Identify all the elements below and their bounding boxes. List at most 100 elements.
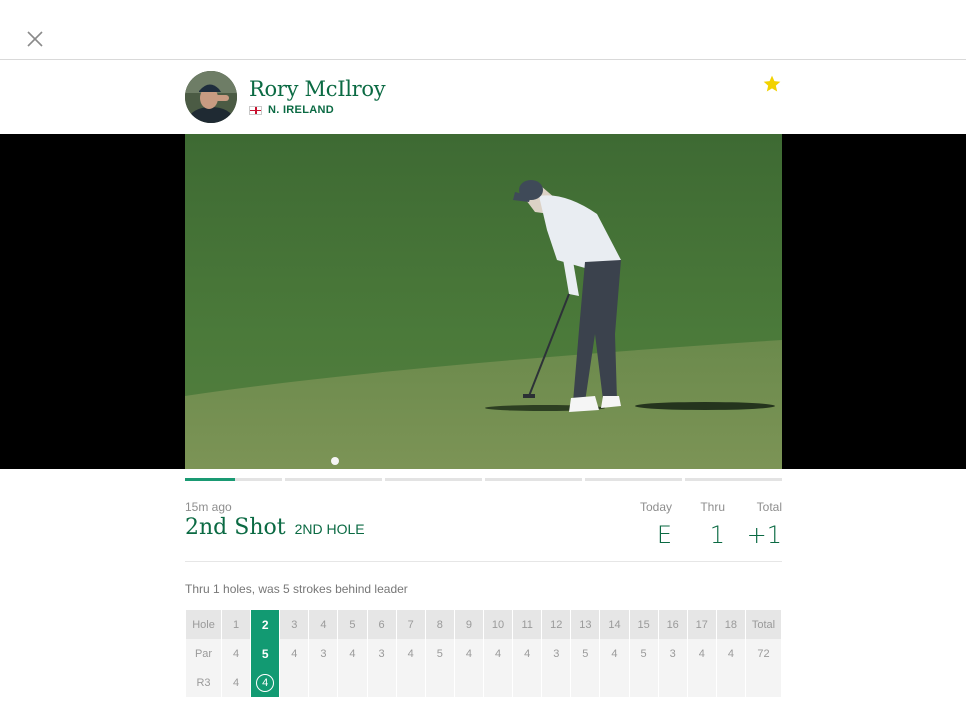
hole-number-cell: 15 (629, 610, 658, 639)
score-circle: 4 (256, 673, 275, 692)
par-cell: 4 (483, 639, 513, 668)
par-cell: 4 (280, 639, 309, 668)
r3-score-cell (309, 668, 338, 697)
par-cell: 3 (542, 639, 571, 668)
r3-score-cell: 4 (251, 668, 280, 697)
stat-today: Today E (632, 500, 672, 549)
hole-number-cell: 14 (600, 610, 629, 639)
top-bar (0, 0, 966, 60)
player-country: N. IRELAND (249, 104, 334, 116)
hole-number-cell: 9 (454, 610, 483, 639)
r3-score-cell (367, 668, 396, 697)
par-cell: 3 (658, 639, 687, 668)
hole-number-cell: 3 (280, 610, 309, 639)
hole-number-cell: 18 (716, 610, 745, 639)
hole-number-cell: 6 (367, 610, 396, 639)
hole-number-cell: 17 (687, 610, 716, 639)
hole-number-cell: 12 (542, 610, 571, 639)
player-headshot-icon (185, 71, 237, 123)
scorecard: Hole 1 2 3 4 5 6 7 8 9 10 11 12 13 14 15 16 17 18 Total Par… (185, 610, 782, 697)
divider (185, 561, 782, 562)
r3-score-cell (658, 668, 687, 697)
r3-score-cell (338, 668, 367, 697)
close-icon[interactable] (24, 28, 46, 50)
hole-row-label: Hole (186, 610, 221, 639)
scorecard-par-row: Par 4 5 4 3 4 3 4 5 4 4 4 3 5 4 5 3 4 4 72 (186, 639, 781, 668)
hole-number-cell: 10 (483, 610, 513, 639)
hole-total-label: Total (746, 610, 781, 639)
shot-summary: Thru 1 holes, was 5 strokes behind leade… (185, 582, 408, 596)
r3-score-cell (716, 668, 745, 697)
r3-score-cell (396, 668, 425, 697)
r3-score-cell (687, 668, 716, 697)
r3-score-cell (542, 668, 571, 697)
hole-number-cell: 8 (425, 610, 454, 639)
par-cell: 3 (367, 639, 396, 668)
stat-thru: Thru 1 (690, 500, 725, 549)
progress-segment-2[interactable] (285, 478, 382, 481)
par-row-label: Par (186, 639, 221, 668)
stat-total-label: Total (756, 500, 782, 514)
scorecard-hole-row: Hole 1 2 3 4 5 6 7 8 9 10 11 12 13 14 15 16 17 18 Total (186, 610, 781, 639)
stat-total-value: +1 (746, 521, 782, 549)
hole-number-cell: 7 (396, 610, 425, 639)
stat-thru-value: 1 (709, 521, 725, 549)
hole-number-cell: 2 (251, 610, 280, 639)
star-icon[interactable] (762, 74, 782, 94)
progress-segment-1[interactable] (185, 478, 282, 481)
progress-segment-3[interactable] (385, 478, 482, 481)
r3-score-cell (600, 668, 629, 697)
par-cell: 4 (513, 639, 542, 668)
stat-today-label: Today (639, 500, 672, 514)
shot-title: 2nd Shot 2ND HOLE (185, 515, 365, 540)
par-cell: 5 (251, 639, 280, 668)
stat-today-value: E (656, 521, 672, 549)
par-cell: 4 (687, 639, 716, 668)
shot-time: 15m ago (185, 500, 232, 514)
par-cell: 5 (571, 639, 600, 668)
par-cell: 5 (425, 639, 454, 668)
progress-segment-5[interactable] (585, 478, 682, 481)
par-cell: 5 (629, 639, 658, 668)
shot-media (0, 134, 966, 469)
hole-number-cell: 4 (309, 610, 338, 639)
par-cell: 4 (454, 639, 483, 668)
northern-ireland-flag-icon (249, 105, 262, 115)
hole-number-cell: 13 (571, 610, 600, 639)
player-avatar (185, 71, 237, 123)
progress-segment-6[interactable] (685, 478, 782, 481)
par-cell: 4 (396, 639, 425, 668)
par-cell: 3 (309, 639, 338, 668)
r3-score-cell (483, 668, 513, 697)
shot-number: 2nd Shot (185, 515, 286, 540)
r3-score-cell (425, 668, 454, 697)
r3-total-cell (746, 668, 781, 697)
shot-photo[interactable] (185, 134, 782, 469)
progress-segment-4[interactable] (485, 478, 582, 481)
par-cell: 4 (716, 639, 745, 668)
stat-total: Total +1 (742, 500, 782, 549)
hole-number-cell: 16 (658, 610, 687, 639)
progress-fill (185, 478, 236, 481)
country-name: N. IRELAND (268, 104, 334, 116)
r3-score-cell (513, 668, 542, 697)
shot-progress (185, 478, 782, 481)
hole-number-cell: 11 (513, 610, 542, 639)
r3-score-cell: 4 (222, 668, 251, 697)
shot-hole: 2ND HOLE (294, 521, 365, 537)
player-header: Rory McIlroy N. IRELAND (0, 60, 966, 134)
stat-thru-label: Thru (700, 500, 725, 514)
r3-score-cell (629, 668, 658, 697)
hole-number-cell: 5 (338, 610, 367, 639)
hole-number-cell: 1 (222, 610, 251, 639)
r3-row-label: R3 (186, 668, 221, 697)
scorecard-r3-row: R3 4 4 (186, 668, 781, 697)
r3-score-cell (280, 668, 309, 697)
player-name: Rory McIlroy (249, 77, 386, 101)
par-cell: 4 (222, 639, 251, 668)
par-cell: 4 (338, 639, 367, 668)
par-total-cell: 72 (746, 639, 781, 668)
par-cell: 4 (600, 639, 629, 668)
r3-score-cell (454, 668, 483, 697)
r3-score-cell (571, 668, 600, 697)
